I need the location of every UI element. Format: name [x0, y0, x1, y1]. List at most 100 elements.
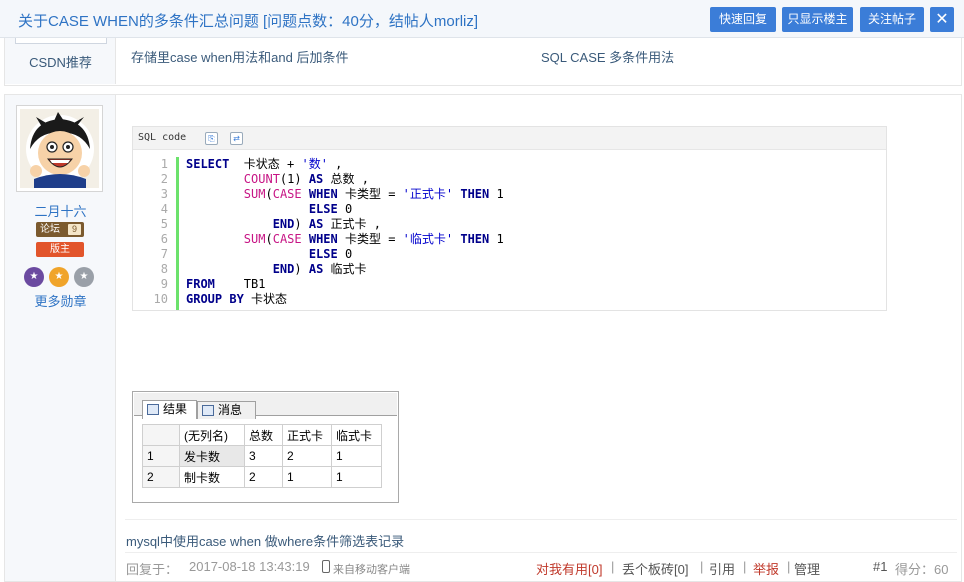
code-token: CASE	[272, 187, 302, 201]
manage-button[interactable]: 管理	[794, 559, 820, 578]
code-line: END) AS 临式卡	[186, 262, 504, 277]
code-token: ELSE	[308, 202, 338, 216]
thread-header: 关于CASE WHEN的多条件汇总问题 [问题点数：40分，结帖人morliz]…	[0, 0, 964, 38]
code-token: ,	[327, 157, 343, 171]
code-line: GROUP BY 卡状态	[186, 292, 504, 307]
code-token: 卡类型 =	[337, 232, 403, 246]
user-sidebar: 二月十六 论坛 9 版主 ★ ★ ★ 更多勋章	[5, 95, 116, 581]
recommend-tab-stub	[15, 38, 107, 44]
code-token: 1	[489, 232, 504, 246]
line-number: 1	[160, 157, 168, 171]
reply-time: 2017-08-18 13:43:19	[189, 559, 310, 574]
line-number: 6	[160, 232, 168, 246]
post: 二月十六 论坛 9 版主 ★ ★ ★ 更多勋章 SQL code ⎘ ⇄ 123…	[4, 94, 962, 582]
code-token: FROM	[186, 277, 215, 291]
code-token: WHEN	[308, 232, 338, 246]
code-token: SELECT	[186, 157, 230, 171]
recommend-link[interactable]: 存储里case when用法和and 后加条件	[131, 47, 348, 66]
recommend-strip: CSDN推荐 存储里case when用法和and 后加条件 SQL CASE …	[4, 38, 962, 86]
code-token: ELSE	[308, 247, 338, 261]
code-token: '正式卡'	[402, 187, 454, 201]
more-medals-link[interactable]: 更多勋章	[5, 291, 116, 310]
client-source: 来自移动客户端	[333, 564, 410, 576]
code-token: 正式卡 ,	[323, 217, 381, 231]
recommend-link[interactable]: SQL CASE 多条件用法	[541, 47, 674, 66]
code-language: SQL code	[138, 132, 187, 143]
line-number: 8	[160, 262, 168, 276]
code-token: 临式卡	[323, 262, 367, 276]
footer-separator: |	[743, 559, 747, 574]
close-icon[interactable]: ✕	[930, 7, 954, 32]
table-header-cell	[142, 424, 180, 446]
code-token: SUM	[243, 232, 266, 246]
code-token: )	[294, 217, 309, 231]
copy-code-icon[interactable]: ⎘	[205, 132, 218, 145]
tab-results: 结果	[142, 400, 197, 419]
table-header-row: (无列名) 总数 正式卡 临式卡	[142, 424, 382, 446]
table-cell: 2	[244, 466, 283, 488]
avatar-image	[20, 109, 99, 188]
code-token: 卡类型 =	[337, 187, 403, 201]
code-token: )	[294, 262, 309, 276]
result-tabs: 结果 消息	[134, 393, 397, 419]
view-source-icon[interactable]: ⇄	[230, 132, 243, 145]
code-token: 卡状态	[243, 292, 288, 306]
table-header-cell: 正式卡	[282, 424, 332, 446]
forum-level-value: 9	[68, 224, 81, 235]
line-number: 5	[160, 217, 168, 231]
code-token: END	[272, 262, 295, 276]
code-token: SUM	[243, 187, 266, 201]
table-cell: 2	[142, 466, 180, 488]
footer-divider	[125, 552, 957, 553]
line-number-gutter: 1 2 3 4 5 6 7 8 9 10	[133, 157, 179, 310]
avatar[interactable]	[16, 105, 103, 192]
line-number: 4	[160, 202, 168, 216]
code-token: '临式卡'	[402, 232, 454, 246]
code-line: ELSE 0	[186, 202, 504, 217]
tab-messages: 消息	[197, 401, 256, 419]
username[interactable]: 二月十六	[5, 201, 116, 220]
signature-link[interactable]: mysql中使用case when 做where条件筛选表记录	[126, 531, 404, 550]
code-line: SUM(CASE WHEN 卡类型 = '正式卡' THEN 1	[186, 187, 504, 202]
table-cell: 2	[282, 445, 332, 467]
code-lines: SELECT 卡状态 + '数' , COUNT(1) AS 总数 , SUM(…	[186, 157, 504, 307]
code-token: (1)	[279, 172, 309, 186]
useful-button[interactable]: 对我有用[0]	[536, 559, 602, 578]
code-token: END	[272, 217, 295, 231]
mobile-icon	[322, 560, 330, 573]
floor-number: #1	[873, 559, 888, 574]
code-token: '数'	[301, 157, 328, 171]
table-header-cell: 总数	[244, 424, 283, 446]
report-button[interactable]: 举报	[753, 559, 779, 578]
tab-messages-label: 消息	[218, 403, 243, 417]
follow-thread-button[interactable]: 关注帖子	[860, 7, 924, 32]
quote-button[interactable]: 引用	[709, 559, 735, 578]
code-line: END) AS 正式卡 ,	[186, 217, 504, 232]
code-token: 卡状态 +	[229, 157, 302, 171]
medal-icon[interactable]: ★	[24, 267, 44, 287]
score-value: 得分：60	[895, 562, 949, 577]
brick-button[interactable]: 丢个板砖[0]	[622, 559, 688, 578]
code-token: GROUP BY	[186, 292, 244, 306]
code-token: THEN	[460, 187, 490, 201]
line-number: 3	[160, 187, 168, 201]
footer-separator: |	[787, 559, 791, 574]
code-token: AS	[308, 172, 324, 186]
table-cell: 1	[331, 445, 382, 467]
message-icon	[202, 405, 214, 416]
table-cell: 制卡数	[179, 466, 245, 488]
quick-reply-button[interactable]: 快速回复	[710, 7, 776, 32]
medal-icon[interactable]: ★	[49, 267, 69, 287]
code-block: SQL code ⎘ ⇄ 1 2 3 4 5 6 7 8 9 10 SELECT 卡状态 + '数…	[132, 126, 887, 311]
medal-icon[interactable]: ★	[74, 267, 94, 287]
line-number: 9	[160, 277, 168, 291]
grid-icon	[147, 404, 159, 415]
code-token: AS	[308, 262, 324, 276]
only-op-button[interactable]: 只显示楼主	[782, 7, 853, 32]
result-table: (无列名) 总数 正式卡 临式卡 1 发卡数 3 2 1 2 制卡数 2 1 1	[142, 424, 382, 488]
